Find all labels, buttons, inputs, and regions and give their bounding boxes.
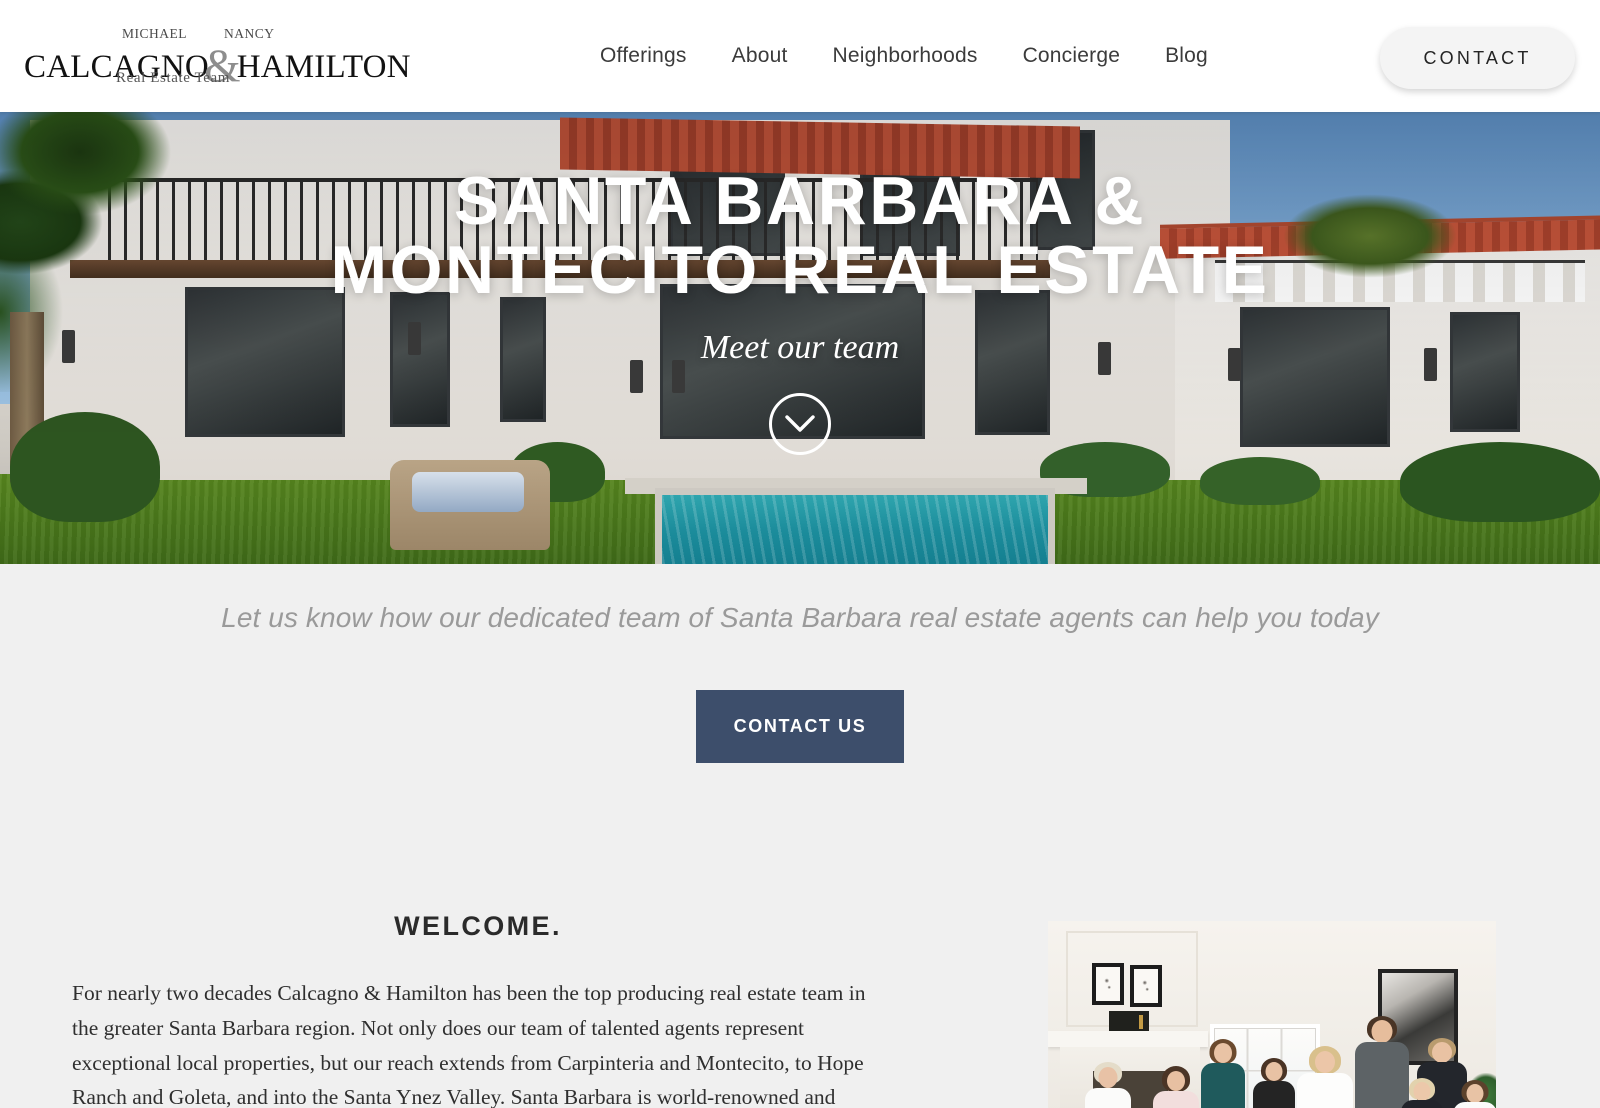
logo-hamilton-text: HAMILTON <box>236 49 411 85</box>
member-1-head <box>1098 1067 1118 1088</box>
member-9-head <box>1466 1084 1484 1103</box>
member-2-head <box>1167 1071 1185 1091</box>
member-1-body <box>1085 1088 1131 1108</box>
art-sketch-1 <box>1102 973 1114 995</box>
nav-item-offerings[interactable]: Offerings <box>600 44 687 68</box>
hero-subtitle: Meet our team <box>700 328 900 366</box>
framed-art-1 <box>1092 963 1124 1005</box>
fireplace-mantel <box>1048 1031 1208 1047</box>
contact-us-button[interactable]: CONTACT US <box>696 690 904 763</box>
member-6-head <box>1371 1020 1393 1043</box>
hero-section: SANTA BARBARA & MONTECITO REAL ESTATE Me… <box>0 112 1600 564</box>
team-member-9 <box>1452 1080 1496 1108</box>
team-member-4 <box>1252 1058 1296 1108</box>
welcome-body-text: For nearly two decades Calcagno & Hamilt… <box>72 981 866 1108</box>
member-5-head <box>1315 1051 1335 1073</box>
hero-title: SANTA BARBARA & MONTECITO REAL ESTATE <box>330 163 1270 309</box>
team-photo <box>1048 921 1496 1108</box>
member-9-body <box>1453 1102 1496 1108</box>
member-4-head <box>1265 1062 1283 1081</box>
nav-item-concierge[interactable]: Concierge <box>1023 44 1121 68</box>
logo-subtitle-text: Real Estate Team <box>116 70 231 86</box>
main-navigation: Offerings About Neighborhoods Concierge … <box>600 0 1208 112</box>
member-2-body <box>1153 1091 1199 1108</box>
nav-item-neighborhoods[interactable]: Neighborhoods <box>833 44 978 68</box>
member-7-head <box>1432 1042 1452 1063</box>
cta-tagline: Let us know how our dedicated team of Sa… <box>221 602 1379 633</box>
team-member-8 <box>1400 1078 1444 1108</box>
framed-art-2 <box>1130 965 1162 1007</box>
site-logo[interactable]: MICHAEL NANCY CALCAGNO & HAMILTON Real E… <box>24 26 410 92</box>
team-member-1 <box>1084 1062 1132 1108</box>
welcome-section: WELCOME. For nearly two decades Calcagno… <box>0 911 1600 1108</box>
team-member-3 <box>1200 1039 1246 1108</box>
site-header: MICHAEL NANCY CALCAGNO & HAMILTON Real E… <box>0 0 1600 112</box>
member-5-body <box>1297 1073 1353 1108</box>
nav-item-about[interactable]: About <box>732 44 788 68</box>
welcome-text-column: WELCOME. For nearly two decades Calcagno… <box>0 911 900 1108</box>
art-sketch-2 <box>1140 975 1152 997</box>
chevron-down-icon <box>785 415 815 432</box>
member-3-head <box>1214 1043 1232 1063</box>
team-member-2 <box>1152 1066 1200 1108</box>
nav-item-blog[interactable]: Blog <box>1165 44 1208 68</box>
hero-content: SANTA BARBARA & MONTECITO REAL ESTATE Me… <box>0 112 1600 564</box>
member-8-head <box>1413 1082 1431 1101</box>
welcome-heading: WELCOME. <box>394 911 562 941</box>
team-member-5 <box>1296 1046 1354 1108</box>
member-4-body <box>1253 1081 1295 1108</box>
contact-button[interactable]: CONTACT <box>1380 27 1575 89</box>
member-8-body <box>1401 1100 1443 1108</box>
mantel-box <box>1109 1011 1149 1033</box>
member-3-body <box>1201 1063 1245 1108</box>
scroll-down-button[interactable] <box>769 392 831 455</box>
cta-section: Let us know how our dedicated team of Sa… <box>0 564 1600 763</box>
